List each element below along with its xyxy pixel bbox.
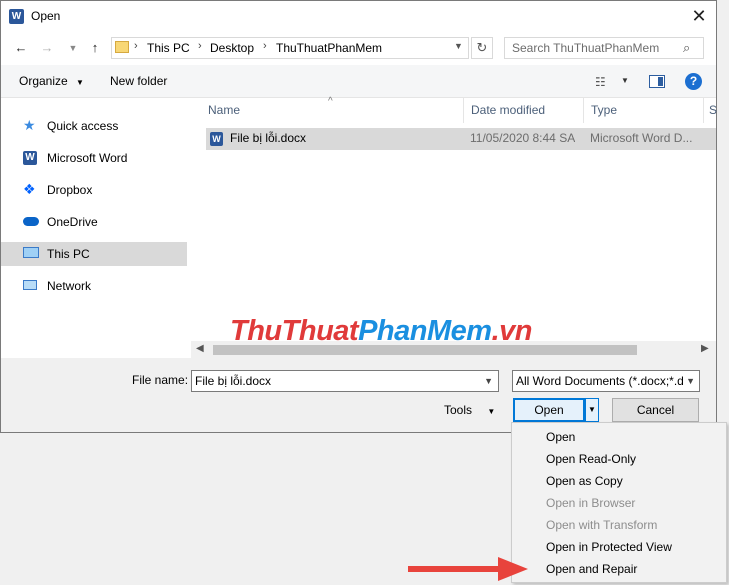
- column-header-name[interactable]: Name: [201, 98, 464, 123]
- nav-item-network[interactable]: Network: [1, 274, 187, 298]
- open-options-menu: Open Open Read-Only Open as Copy Open in…: [511, 422, 727, 583]
- dialog-title: Open: [31, 9, 61, 23]
- column-header-date-modified[interactable]: Date modified: [464, 98, 584, 123]
- scroll-left-icon[interactable]: ◀: [196, 343, 204, 354]
- open-split-dropdown-icon[interactable]: ▼: [585, 398, 599, 422]
- organize-label: Organize: [19, 74, 68, 88]
- nav-item-microsoft-word[interactable]: W Microsoft Word: [1, 146, 187, 170]
- address-row: ← → ▼ ↑ › This PC › Desktop › ThuThuatPh…: [1, 32, 716, 65]
- title-bar: W Open ✕: [1, 1, 716, 32]
- search-icon: ⌕: [683, 40, 691, 55]
- menu-item-open-read-only[interactable]: Open Read-Only: [546, 452, 636, 466]
- forward-arrow-icon[interactable]: →: [37, 39, 57, 57]
- organize-button[interactable]: Organize ▼: [19, 74, 84, 88]
- cloud-icon: [23, 217, 39, 226]
- menu-item-open[interactable]: Open: [546, 430, 575, 444]
- watermark-part3: .vn: [491, 315, 533, 347]
- folder-icon: [115, 41, 129, 53]
- nav-item-dropbox[interactable]: ❖ Dropbox: [1, 178, 187, 202]
- new-folder-button[interactable]: New folder: [110, 74, 167, 88]
- menu-item-open-and-repair[interactable]: Open and Repair: [546, 562, 637, 576]
- nav-item-onedrive[interactable]: OneDrive: [1, 210, 187, 234]
- crumb-this-pc[interactable]: This PC: [147, 41, 190, 55]
- file-name-label: File name:: [132, 373, 189, 387]
- word-app-icon: W: [9, 9, 24, 24]
- crumb-thuthuatphanmem[interactable]: ThuThuatPhanMem: [276, 41, 382, 55]
- chevron-down-icon: ▼: [487, 407, 496, 416]
- file-name-dropdown-icon[interactable]: ▼: [484, 371, 493, 391]
- crumb-separator-icon: ›: [263, 40, 267, 52]
- cancel-button[interactable]: Cancel: [612, 398, 699, 422]
- address-dropdown-icon[interactable]: ▼: [454, 41, 463, 51]
- watermark-logo: ThuThuatPhanMem.vn: [230, 315, 532, 348]
- word-document-icon: W: [210, 132, 223, 146]
- crumb-separator-icon: ›: [134, 40, 138, 52]
- file-name-value: File bị lỗi.docx: [195, 374, 272, 388]
- file-type-cell: Microsoft Word D...: [590, 131, 693, 145]
- tools-button[interactable]: Tools ▼: [444, 403, 495, 417]
- crumb-separator-icon: ›: [198, 40, 202, 52]
- red-arrow-icon: [408, 557, 528, 581]
- close-icon[interactable]: ✕: [685, 3, 713, 29]
- tools-label: Tools: [444, 403, 473, 417]
- navigation-pane: ★ Quick access W Microsoft Word ❖ Dropbo…: [1, 98, 191, 358]
- up-arrow-icon[interactable]: ↑: [85, 39, 105, 57]
- column-header-size[interactable]: S: [704, 98, 717, 123]
- search-input[interactable]: Search ThuThuatPhanMem ⌕: [504, 37, 704, 59]
- view-options-icon[interactable]: ☷: [595, 75, 606, 89]
- word-icon: W: [23, 151, 37, 165]
- help-icon[interactable]: ?: [685, 73, 702, 90]
- recent-chevron-icon[interactable]: ▼: [63, 39, 83, 57]
- preview-pane-icon[interactable]: [649, 75, 665, 88]
- file-name-input[interactable]: File bị lỗi.docx ▼: [191, 370, 499, 392]
- network-icon: [23, 280, 37, 290]
- column-header-type[interactable]: Type: [584, 98, 704, 123]
- dropbox-icon: ❖: [23, 181, 36, 197]
- chevron-down-icon: ▼: [76, 78, 84, 87]
- file-type-value: All Word Documents (*.docx;*.d: [516, 374, 684, 388]
- watermark-part1: ThuThuat: [230, 315, 359, 347]
- file-type-select[interactable]: All Word Documents (*.docx;*.d ▼: [512, 370, 700, 392]
- file-name-cell: File bị lỗi.docx: [230, 131, 307, 145]
- menu-item-open-with-transform[interactable]: Open with Transform: [546, 518, 657, 532]
- watermark-part2: PhanMem: [358, 315, 492, 347]
- back-arrow-icon[interactable]: ←: [11, 39, 31, 57]
- nav-item-this-pc[interactable]: This PC: [1, 242, 187, 266]
- computer-icon: [23, 247, 39, 258]
- open-dialog: W Open ✕ ← → ▼ ↑ › This PC › Desktop › T…: [0, 0, 717, 433]
- file-type-dropdown-icon[interactable]: ▼: [686, 371, 695, 391]
- open-button[interactable]: Open: [513, 398, 585, 422]
- address-bar[interactable]: › This PC › Desktop › ThuThuatPhanMem ▼: [111, 37, 469, 59]
- nav-item-quick-access[interactable]: ★ Quick access: [1, 114, 187, 138]
- refresh-icon[interactable]: ↻: [471, 37, 493, 59]
- star-icon: ★: [23, 117, 36, 133]
- view-chevron-down-icon[interactable]: ▼: [621, 76, 629, 85]
- search-placeholder: Search ThuThuatPhanMem: [512, 41, 660, 55]
- crumb-desktop[interactable]: Desktop: [210, 41, 254, 55]
- command-toolbar: Organize ▼ New folder ☷ ▼ ?: [1, 65, 716, 98]
- menu-item-open-in-protected-view[interactable]: Open in Protected View: [546, 540, 672, 554]
- menu-item-open-as-copy[interactable]: Open as Copy: [546, 474, 623, 488]
- scroll-right-icon[interactable]: ▶: [701, 343, 709, 354]
- file-date-cell: 11/05/2020 8:44 SA: [470, 131, 576, 145]
- menu-item-open-in-browser[interactable]: Open in Browser: [546, 496, 635, 510]
- table-row[interactable]: W File bị lỗi.docx 11/05/2020 8:44 SA Mi…: [206, 128, 716, 150]
